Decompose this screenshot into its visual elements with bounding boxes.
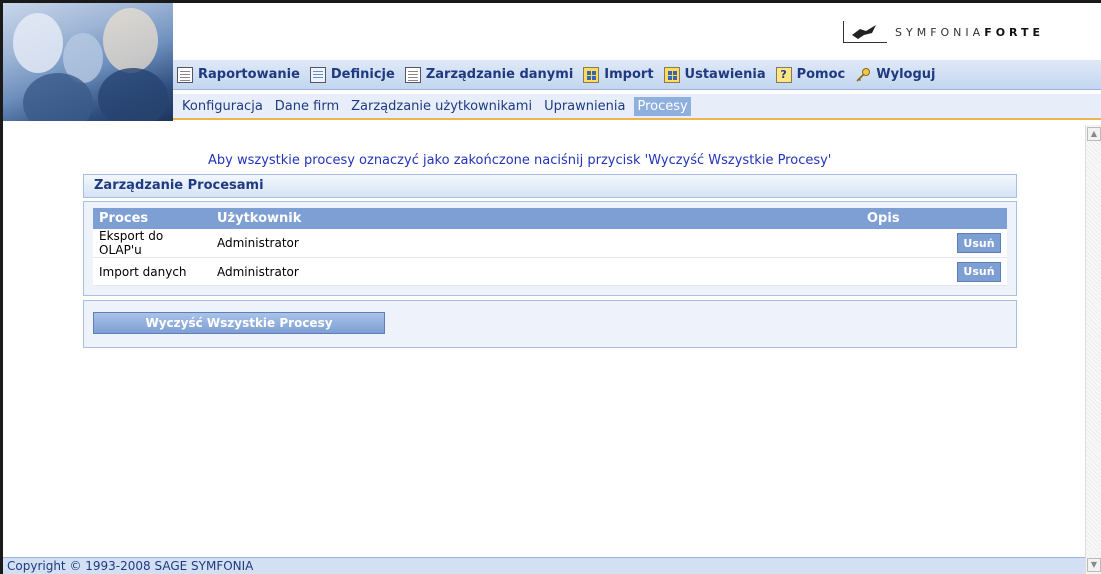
logo-wordmark: SYMFONIAFORTE: [895, 25, 1045, 39]
tab-dane-firm[interactable]: Dane firm: [272, 97, 342, 116]
menu-label: Pomoc: [796, 67, 846, 82]
cell-opis: Usuń: [861, 229, 1007, 258]
footer-copyright: Copyright © 1993-2008 SAGE SYMFONIA: [3, 557, 1085, 574]
menu-label: Raportowanie: [198, 67, 300, 82]
menu-label: Import: [604, 67, 654, 82]
delete-button[interactable]: Usuń: [957, 233, 1001, 253]
column-header-proces: Proces: [93, 208, 211, 229]
table-header-row: Proces Użytkownik Opis: [93, 208, 1007, 229]
help-icon: ?: [775, 66, 792, 83]
cell-user: Administrator: [211, 257, 861, 286]
column-header-uzytkownik: Użytkownik: [211, 208, 861, 229]
clear-all-processes-button[interactable]: Wyczyść Wszystkie Procesy: [93, 312, 385, 334]
process-table: Proces Użytkownik Opis Eksport do OLAP'u…: [93, 208, 1007, 286]
delete-button[interactable]: Usuń: [957, 261, 1001, 282]
menu-label: Wyloguj: [876, 67, 936, 82]
menu-zarzadzanie-danymi[interactable]: Zarządzanie danymi: [404, 66, 574, 83]
action-panel: Wyczyść Wszystkie Procesy: [83, 300, 1017, 348]
scroll-down-icon[interactable]: ▼: [1087, 558, 1101, 572]
cell-user: Administrator: [211, 229, 861, 258]
grid-icon: [583, 66, 600, 83]
menu-definicje[interactable]: Definicje: [309, 66, 395, 83]
cell-proces: Import danych: [93, 257, 211, 286]
document-icon: [177, 66, 193, 83]
sub-menu-bar: Konfiguracja Dane firm Zarządzanie użytk…: [173, 94, 1101, 120]
table-row: Import danych Administrator Usuń: [93, 257, 1007, 286]
table-row: Eksport do OLAP'u Administrator Usuń: [93, 229, 1007, 258]
grid-icon: [663, 66, 680, 83]
main-menu-bar: Raportowanie Definicje Zarządzanie danym…: [173, 60, 1101, 90]
menu-label: Zarządzanie danymi: [425, 67, 574, 82]
tab-zarzadzanie-uzytkownikami[interactable]: Zarządzanie użytkownikami: [348, 97, 535, 116]
instruction-text: Aby wszystkie procesy oznaczyć jako zako…: [208, 153, 832, 168]
vertical-scrollbar[interactable]: ▲ ▼: [1085, 125, 1101, 574]
tab-procesy[interactable]: Procesy: [634, 96, 691, 116]
tab-konfiguracja[interactable]: Konfiguracja: [179, 97, 266, 116]
document-list-icon: [404, 66, 421, 83]
menu-label: Ustawienia: [684, 67, 766, 82]
header-photo: [3, 3, 173, 121]
cell-opis: Usuń: [861, 257, 1007, 286]
menu-label: Definicje: [330, 67, 395, 82]
key-icon: [855, 67, 871, 83]
document-edit-icon: [309, 66, 326, 83]
logo-mark-icon: [843, 21, 887, 43]
menu-pomoc[interactable]: ? Pomoc: [775, 66, 846, 83]
tab-uprawnienia[interactable]: Uprawnienia: [541, 97, 628, 116]
process-table-panel: Proces Użytkownik Opis Eksport do OLAP'u…: [83, 201, 1017, 296]
menu-wyloguj[interactable]: Wyloguj: [855, 67, 935, 83]
menu-raportowanie[interactable]: Raportowanie: [177, 66, 300, 83]
symfonia-forte-logo: SYMFONIAFORTE: [843, 20, 1044, 44]
cell-proces: Eksport do OLAP'u: [93, 229, 211, 258]
panel-title: Zarządzanie Procesami: [83, 174, 1017, 198]
menu-ustawienia[interactable]: Ustawienia: [663, 66, 766, 83]
menu-import[interactable]: Import: [583, 66, 654, 83]
column-header-opis: Opis: [861, 208, 1007, 229]
scroll-up-icon[interactable]: ▲: [1087, 127, 1101, 141]
